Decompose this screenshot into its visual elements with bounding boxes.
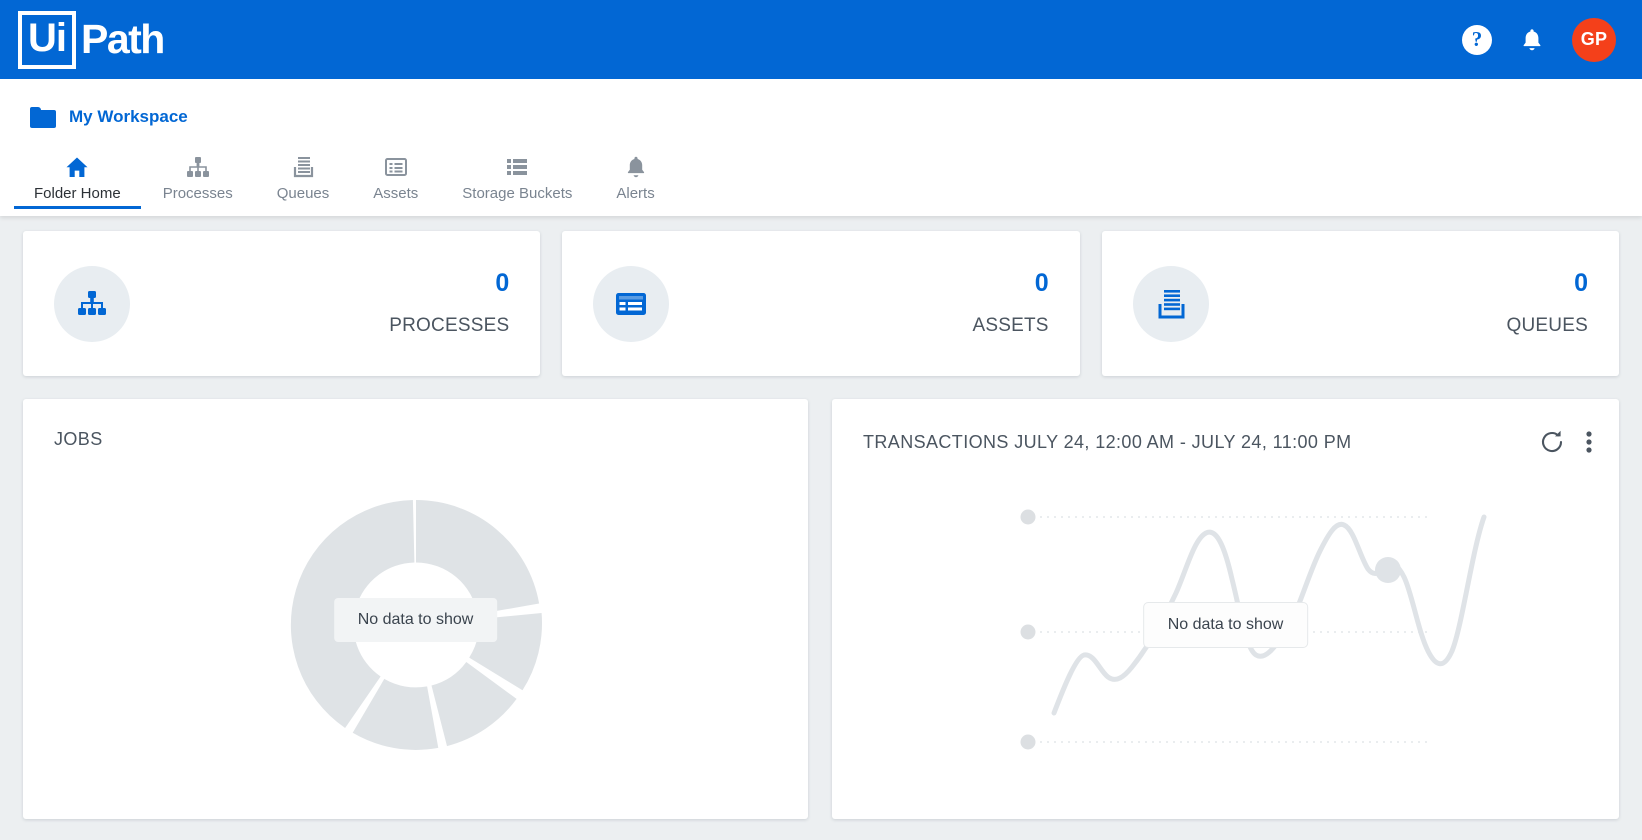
stat-card-queues-text: 0 QUEUES [1507,270,1588,337]
tab-assets-label: Assets [373,185,419,202]
stat-card-processes-value: 0 [495,269,510,298]
user-avatar[interactable]: GP [1572,17,1616,62]
chart-point [1375,557,1401,583]
tab-alerts-label: Alerts [616,185,655,202]
tab-storage-buckets[interactable]: Storage Buckets [440,149,594,209]
tab-folder-home[interactable]: Folder Home [14,149,141,209]
stat-card-assets-label: ASSETS [972,314,1049,336]
home-icon [64,149,90,179]
jobs-panel-header: JOBS [23,399,808,450]
tab-storage-buckets-label: Storage Buckets [462,185,573,202]
stat-card-processes-label: PROCESSES [389,314,510,336]
jobs-panel: JOBS No data to show [23,399,808,819]
storage-rows-icon [504,149,530,179]
folder-header: My Workspace Folder Home Processes Queue… [0,79,1642,216]
folder-icon [30,106,56,128]
refresh-icon[interactable] [1539,429,1565,455]
axis-dot [1020,509,1036,525]
jobs-donut-chart: No data to show [23,450,808,790]
tab-queues[interactable]: Queues [255,149,352,209]
stat-card-assets[interactable]: 0 ASSETS [562,231,1080,376]
folder-home-content: 0 PROCESSES 0 ASSETS 0 QUEUES JOBS No da… [0,216,1642,840]
queue-stack-icon [1132,265,1209,342]
tab-folder-home-label: Folder Home [34,185,121,202]
kebab-menu-icon[interactable] [1585,429,1593,455]
stat-card-queues[interactable]: 0 QUEUES [1101,231,1619,376]
stat-card-assets-value: 0 [1034,269,1049,298]
folder-tabs: Folder Home Processes Queues Assets Stor… [0,133,1642,209]
bell-icon [624,149,648,179]
org-chart-icon [185,149,211,179]
transactions-panel-actions [1539,429,1593,455]
transactions-no-data-message: No data to show [1142,602,1309,648]
transactions-panel-header: TRANSACTIONS JULY 24, 12:00 AM - JULY 24… [832,399,1619,455]
tab-processes-label: Processes [162,185,233,202]
transactions-line-chart: No data to show [832,455,1619,795]
top-navigation-bar: Ui Path ? GP [0,0,1642,79]
stat-cards-row: 0 PROCESSES 0 ASSETS 0 QUEUES [23,231,1619,376]
stat-card-processes[interactable]: 0 PROCESSES [23,231,541,376]
charts-row: JOBS No data to show TRANSACTIONS JULY 2… [23,399,1619,819]
tab-alerts[interactable]: Alerts [594,149,676,209]
asset-list-icon [593,265,670,342]
jobs-no-data-message: No data to show [333,598,498,642]
tab-assets[interactable]: Assets [351,149,440,209]
stat-card-queues-label: QUEUES [1506,314,1588,336]
stat-card-assets-text: 0 ASSETS [972,270,1048,337]
help-icon[interactable]: ? [1462,24,1492,55]
logo-ui-text: Ui [18,10,76,69]
queue-stack-icon [291,149,315,179]
axis-dot [1020,734,1036,750]
stat-card-queues-value: 0 [1574,269,1588,298]
logo-path-text: Path [81,16,165,62]
workspace-name: My Workspace [69,107,188,126]
stat-card-processes-text: 0 PROCESSES [389,270,509,337]
transactions-panel-title: TRANSACTIONS JULY 24, 12:00 AM - JULY 24… [863,431,1352,452]
topbar-actions: ? GP [1462,17,1616,62]
jobs-panel-title: JOBS [54,429,103,449]
uipath-orchestrator-page: Ui Path ? GP My Workspace Folder Home Pr… [0,0,1642,840]
transactions-panel: TRANSACTIONS JULY 24, 12:00 AM - JULY 24… [832,399,1619,819]
tab-queues-label: Queues [276,185,330,202]
org-chart-icon [54,265,130,342]
tab-processes[interactable]: Processes [141,149,255,209]
workspace-selector[interactable]: My Workspace [0,79,188,133]
notifications-bell-icon[interactable] [1518,25,1546,55]
asset-list-icon [383,149,409,179]
axis-dot [1020,624,1036,640]
uipath-logo[interactable]: Ui Path [18,10,165,69]
